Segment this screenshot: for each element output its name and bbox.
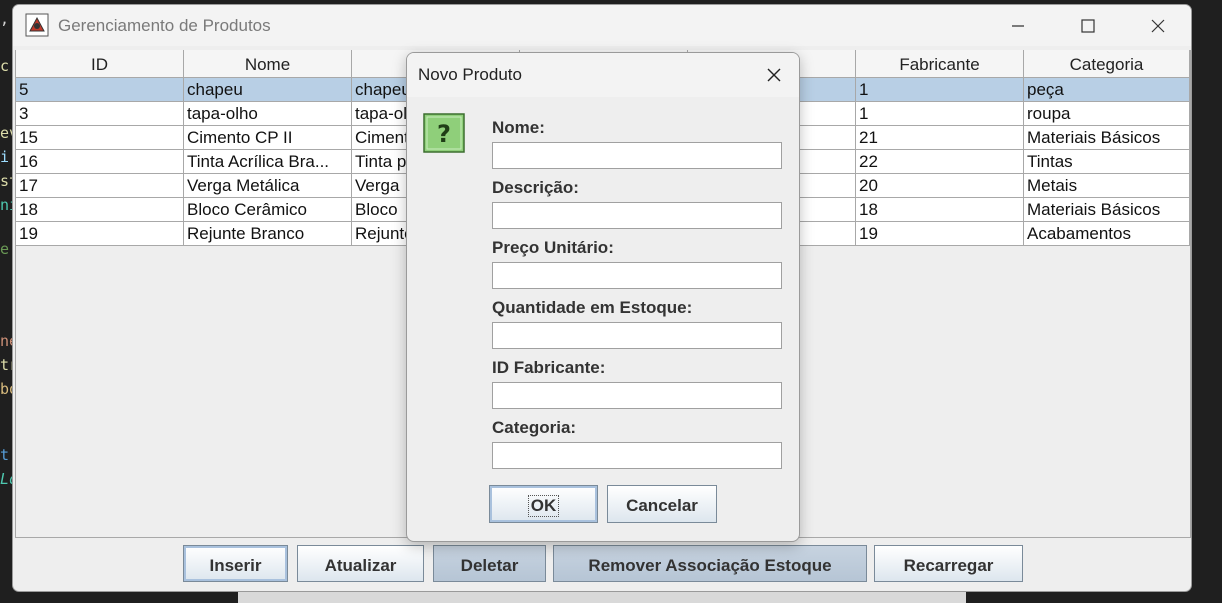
remover-associacao-estoque-button[interactable]: Remover Associação Estoque [553, 545, 867, 582]
cell-fabricante: 20 [856, 174, 1024, 198]
cell-id: 18 [16, 198, 184, 222]
ok-button[interactable]: OK [489, 485, 598, 523]
window-title: Gerenciamento de Produtos [58, 16, 271, 35]
cell-categoria: Metais [1024, 174, 1190, 198]
cell-categoria: Acabamentos [1024, 222, 1190, 246]
question-icon: ? [423, 113, 465, 153]
cell-id: 19 [16, 222, 184, 246]
cell-nome: Tinta Acrílica Bra... [184, 150, 352, 174]
categoria-input[interactable] [492, 442, 782, 469]
code-fragment: e [0, 240, 10, 258]
descricao-input[interactable] [492, 202, 782, 229]
descricao-label: Descrição: [492, 178, 579, 197]
dialog-title-bar[interactable]: Novo Produto [407, 53, 799, 97]
cell-nome: tapa-olho [184, 102, 352, 126]
cell-nome: Bloco Cerâmico [184, 198, 352, 222]
close-icon[interactable] [1141, 11, 1175, 41]
cell-categoria: Materiais Básicos [1024, 198, 1190, 222]
java-app-icon [25, 13, 49, 37]
cell-categoria: peça [1024, 78, 1190, 102]
cancelar-button[interactable]: Cancelar [607, 485, 717, 523]
novo-produto-dialog: Novo Produto ? Nome: Descrição: Preço Un… [406, 52, 800, 542]
inserir-button[interactable]: Inserir [183, 545, 288, 582]
dialog-title: Novo Produto [418, 65, 522, 84]
categoria-label: Categoria: [492, 418, 577, 437]
close-icon[interactable] [761, 63, 787, 87]
recarregar-button[interactable]: Recarregar [874, 545, 1023, 582]
title-bar[interactable]: Gerenciamento de Produtos [13, 5, 1191, 46]
id-fabricante-input[interactable] [492, 382, 782, 409]
column-header-fabricante[interactable]: Fabricante [856, 50, 1024, 78]
preco-unitario-label: Preço Unitário: [492, 238, 614, 257]
cell-fabricante: 18 [856, 198, 1024, 222]
cell-fabricante: 19 [856, 222, 1024, 246]
minimize-icon[interactable] [1001, 11, 1035, 41]
cell-id: 17 [16, 174, 184, 198]
cell-fabricante: 1 [856, 102, 1024, 126]
id-fabricante-label: ID Fabricante: [492, 358, 606, 377]
deletar-button[interactable]: Deletar [433, 545, 546, 582]
nome-label: Nome: [492, 118, 545, 137]
cell-id: 3 [16, 102, 184, 126]
cell-categoria: Materiais Básicos [1024, 126, 1190, 150]
atualizar-button[interactable]: Atualizar [297, 545, 424, 582]
cell-fabricante: 1 [856, 78, 1024, 102]
nome-input[interactable] [492, 142, 782, 169]
ok-label: OK [527, 495, 560, 517]
code-fragment: c [0, 57, 10, 75]
cell-nome: Rejunte Branco [184, 222, 352, 246]
code-fragment: i [0, 148, 10, 166]
cell-fabricante: 22 [856, 150, 1024, 174]
preco-unitario-input[interactable] [492, 262, 782, 289]
code-fragment: t [0, 446, 10, 464]
cell-categoria: roupa [1024, 102, 1190, 126]
column-header-id[interactable]: ID [16, 50, 184, 78]
cell-id: 5 [16, 78, 184, 102]
column-header-nome[interactable]: Nome [184, 50, 352, 78]
code-fragment: , [0, 10, 10, 28]
quantidade-estoque-label: Quantidade em Estoque: [492, 298, 693, 317]
column-header-categoria[interactable]: Categoria [1024, 50, 1190, 78]
cell-nome: chapeu [184, 78, 352, 102]
action-bar: Inserir Atualizar Deletar Remover Associ… [13, 545, 1191, 585]
cell-categoria: Tintas [1024, 150, 1190, 174]
quantidade-estoque-input[interactable] [492, 322, 782, 349]
cell-id: 16 [16, 150, 184, 174]
cell-id: 15 [16, 126, 184, 150]
cell-nome: Cimento CP II [184, 126, 352, 150]
maximize-icon[interactable] [1071, 11, 1105, 41]
svg-text:?: ? [437, 120, 451, 148]
cell-nome: Verga Metálica [184, 174, 352, 198]
cell-fabricante: 21 [856, 126, 1024, 150]
